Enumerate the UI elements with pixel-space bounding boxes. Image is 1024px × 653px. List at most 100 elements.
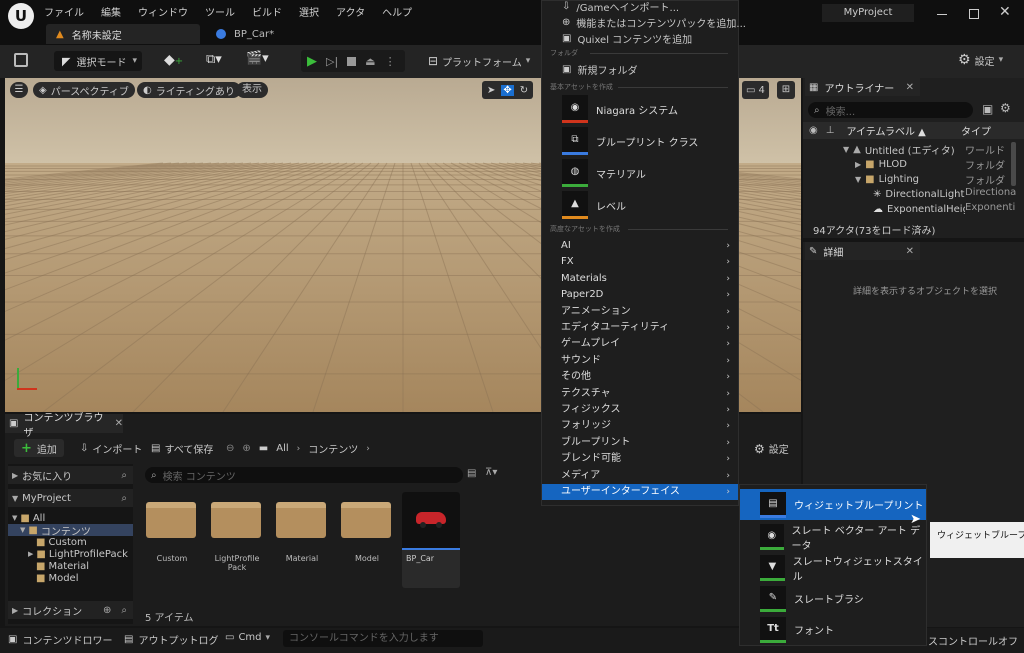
search-icon[interactable]: ⌕ bbox=[121, 470, 127, 481]
search-icon[interactable]: ⌕ bbox=[121, 605, 127, 616]
level-tab[interactable]: ▲ 名称未設定 bbox=[46, 24, 200, 44]
step-icon[interactable]: ▷| bbox=[326, 55, 338, 68]
perspective-button[interactable]: ◈ パースペクティブ bbox=[33, 82, 135, 98]
menu-file[interactable]: ファイル bbox=[44, 4, 84, 19]
outliner-row[interactable]: ▼ ■ Lighting bbox=[855, 172, 919, 186]
add-button[interactable]: + 追加 bbox=[14, 439, 64, 457]
menu-category-item[interactable]: メディア › bbox=[542, 468, 738, 484]
tree-item[interactable]: ■ Material bbox=[36, 560, 89, 572]
submenu-item-slate-vector[interactable]: ◉ スレート ベクター アート データ bbox=[740, 521, 926, 552]
cinematics-icon[interactable]: 🎬▾ bbox=[246, 51, 269, 66]
viewport-layout-icon[interactable]: ⊞ bbox=[777, 81, 795, 99]
menu-item-add-feature[interactable]: ⊕ 機能またはコンテンツパックを追加... bbox=[562, 15, 746, 30]
add-actor-icon[interactable]: ◆+ bbox=[164, 52, 183, 68]
close-icon[interactable]: ✕ bbox=[115, 418, 123, 429]
save-icon[interactable] bbox=[14, 53, 28, 67]
outliner-scrollbar[interactable] bbox=[1011, 142, 1016, 186]
rotate-tool-icon[interactable]: ↻ bbox=[520, 85, 528, 96]
menu-tools[interactable]: ツール bbox=[205, 4, 235, 19]
menu-actor[interactable]: アクタ bbox=[336, 4, 365, 19]
menu-window[interactable]: ウィンドウ bbox=[138, 4, 188, 19]
select-mode-dropdown[interactable]: ◤ 選択モード ▾ bbox=[54, 51, 142, 71]
menu-item-user-interface[interactable]: ユーザーインターフェイス › bbox=[542, 484, 738, 500]
menu-edit[interactable]: 編集 bbox=[101, 4, 121, 19]
menu-category-item[interactable]: ブループリント › bbox=[542, 435, 738, 451]
pin-icon[interactable]: ⊥ bbox=[826, 125, 835, 136]
outliner-tab[interactable]: ▦ アウトライナー ✕ bbox=[805, 78, 920, 96]
collections-section[interactable]: ▶ コレクション ⊕ ⌕ bbox=[8, 601, 133, 619]
add-collection-icon[interactable]: ⊕ bbox=[103, 605, 111, 616]
project-section[interactable]: ▼ MyProject ⌕ bbox=[8, 489, 133, 507]
submenu-item-slate-widget-style[interactable]: ▼ スレートウィジェットスタイル bbox=[740, 552, 926, 583]
favorites-section[interactable]: ▶ お気に入り ⌕ bbox=[8, 466, 133, 484]
outliner-row[interactable]: ✳ DirectionalLight bbox=[873, 187, 964, 201]
submenu-item-widget-blueprint[interactable]: ▤ ウィジェットブループリント bbox=[740, 489, 926, 520]
outliner-row[interactable]: ☁ ExponentialHeig bbox=[873, 202, 965, 216]
cmd-dropdown[interactable]: ▭ Cmd ▾ bbox=[225, 632, 270, 643]
menu-category-item[interactable]: フィジックス › bbox=[542, 402, 738, 418]
folder-tile[interactable]: Model bbox=[337, 492, 397, 588]
filter-icon[interactable]: ⊼▾ bbox=[485, 467, 497, 478]
menu-category-item[interactable]: テクスチャ › bbox=[542, 386, 738, 402]
close-icon[interactable]: ✕ bbox=[906, 246, 914, 257]
console-input[interactable]: コンソールコマンドを入力します bbox=[283, 630, 483, 647]
show-button[interactable]: 表示 bbox=[236, 82, 268, 98]
search-icon[interactable]: ⌕ bbox=[121, 493, 127, 504]
forward-icon[interactable]: ⊕ bbox=[242, 443, 250, 454]
select-tool-icon[interactable]: ➤ bbox=[487, 85, 495, 96]
close-icon[interactable]: ✕ bbox=[906, 82, 914, 93]
import-button[interactable]: ⇩ インポート bbox=[80, 441, 142, 456]
outliner-row[interactable]: ▶ ■ HLOD bbox=[855, 157, 907, 171]
source-control-status[interactable]: スコントロールオフ bbox=[928, 633, 1018, 648]
menu-category-item[interactable]: ゲームプレイ › bbox=[542, 336, 738, 352]
menu-select[interactable]: 選択 bbox=[299, 4, 319, 19]
tree-item[interactable]: ■ Model bbox=[36, 572, 78, 584]
menu-item-level[interactable]: ▲ レベル bbox=[562, 190, 626, 220]
camera-speed-button[interactable]: ▭ 4 bbox=[742, 81, 769, 99]
tree-item[interactable]: ▶ ■ LightProfilePack bbox=[28, 548, 128, 560]
menu-item-quixel[interactable]: ▣ Quixel コンテンツを追加 bbox=[562, 31, 692, 46]
breadcrumb-content[interactable]: コンテンツ bbox=[308, 441, 358, 456]
menu-category-item[interactable]: フォリッジ › bbox=[542, 418, 738, 434]
menu-category-item[interactable]: FX › bbox=[542, 254, 738, 270]
menu-category-item[interactable]: Materials › bbox=[542, 271, 738, 287]
menu-category-item[interactable]: その他 › bbox=[542, 369, 738, 385]
menu-help[interactable]: ヘルプ bbox=[382, 4, 412, 19]
settings-dropdown[interactable]: ⚙ 設定 ▾ bbox=[958, 52, 1003, 68]
menu-category-item[interactable]: エディタユーティリティ › bbox=[542, 320, 738, 336]
details-tab[interactable]: ✎ 詳細 ✕ bbox=[805, 242, 920, 260]
content-browser-tab[interactable]: ▣ コンテンツブラウザ ✕ bbox=[5, 413, 123, 439]
menu-build[interactable]: ビルド bbox=[252, 4, 282, 19]
folder-tile[interactable]: Custom bbox=[142, 492, 202, 588]
minimize-icon[interactable] bbox=[937, 14, 947, 15]
content-settings-button[interactable]: ⚙ 設定 bbox=[754, 441, 789, 457]
back-icon[interactable]: ⊖ bbox=[226, 443, 234, 454]
menu-category-item[interactable]: ブレンド可能 › bbox=[542, 451, 738, 467]
menu-item-niagara[interactable]: ◉ Niagara システム bbox=[562, 94, 678, 124]
lighting-button[interactable]: ◐ ライティングあり bbox=[137, 82, 241, 98]
outliner-search-input[interactable]: ⌕ 検索... bbox=[808, 102, 973, 118]
viewport-menu-icon[interactable]: ☰ bbox=[10, 82, 28, 98]
visibility-eye-icon[interactable]: ◉ bbox=[809, 125, 818, 136]
breadcrumb-all[interactable]: All bbox=[276, 443, 288, 454]
folder-tile[interactable]: Material bbox=[272, 492, 332, 588]
ue-logo-icon[interactable]: U bbox=[8, 3, 34, 29]
move-tool-icon[interactable]: ✥ bbox=[501, 84, 514, 96]
gear-icon[interactable]: ⚙ bbox=[1000, 101, 1011, 115]
menu-category-item[interactable]: Paper2D › bbox=[542, 287, 738, 303]
menu-category-item[interactable]: AI › bbox=[542, 238, 738, 254]
blueprint-tab[interactable]: BP_Car* bbox=[210, 24, 320, 44]
more-options-icon[interactable]: ⋮ bbox=[385, 55, 396, 68]
outliner-col-type[interactable]: タイプ bbox=[961, 123, 991, 138]
stop-icon[interactable] bbox=[347, 56, 357, 66]
outliner-col-label[interactable]: アイテムラベル ▲ bbox=[846, 123, 925, 138]
menu-item-material[interactable]: ◍ マテリアル bbox=[562, 158, 646, 188]
blueprint-asset-tile[interactable]: BP_Car bbox=[402, 492, 460, 588]
tree-item[interactable]: ■ Custom bbox=[36, 536, 87, 548]
tree-item-selected[interactable]: ▼ ■ コンテンツ bbox=[8, 524, 133, 538]
submenu-item-slate-brush[interactable]: ✎ スレートブラシ bbox=[740, 583, 926, 614]
eject-icon[interactable]: ⏏ bbox=[365, 55, 375, 68]
save-all-button[interactable]: ▤ すべて保存 bbox=[151, 441, 213, 456]
blueprint-menu-icon[interactable]: ⧉▾ bbox=[206, 52, 222, 67]
menu-category-item[interactable]: サウンド › bbox=[542, 353, 738, 369]
